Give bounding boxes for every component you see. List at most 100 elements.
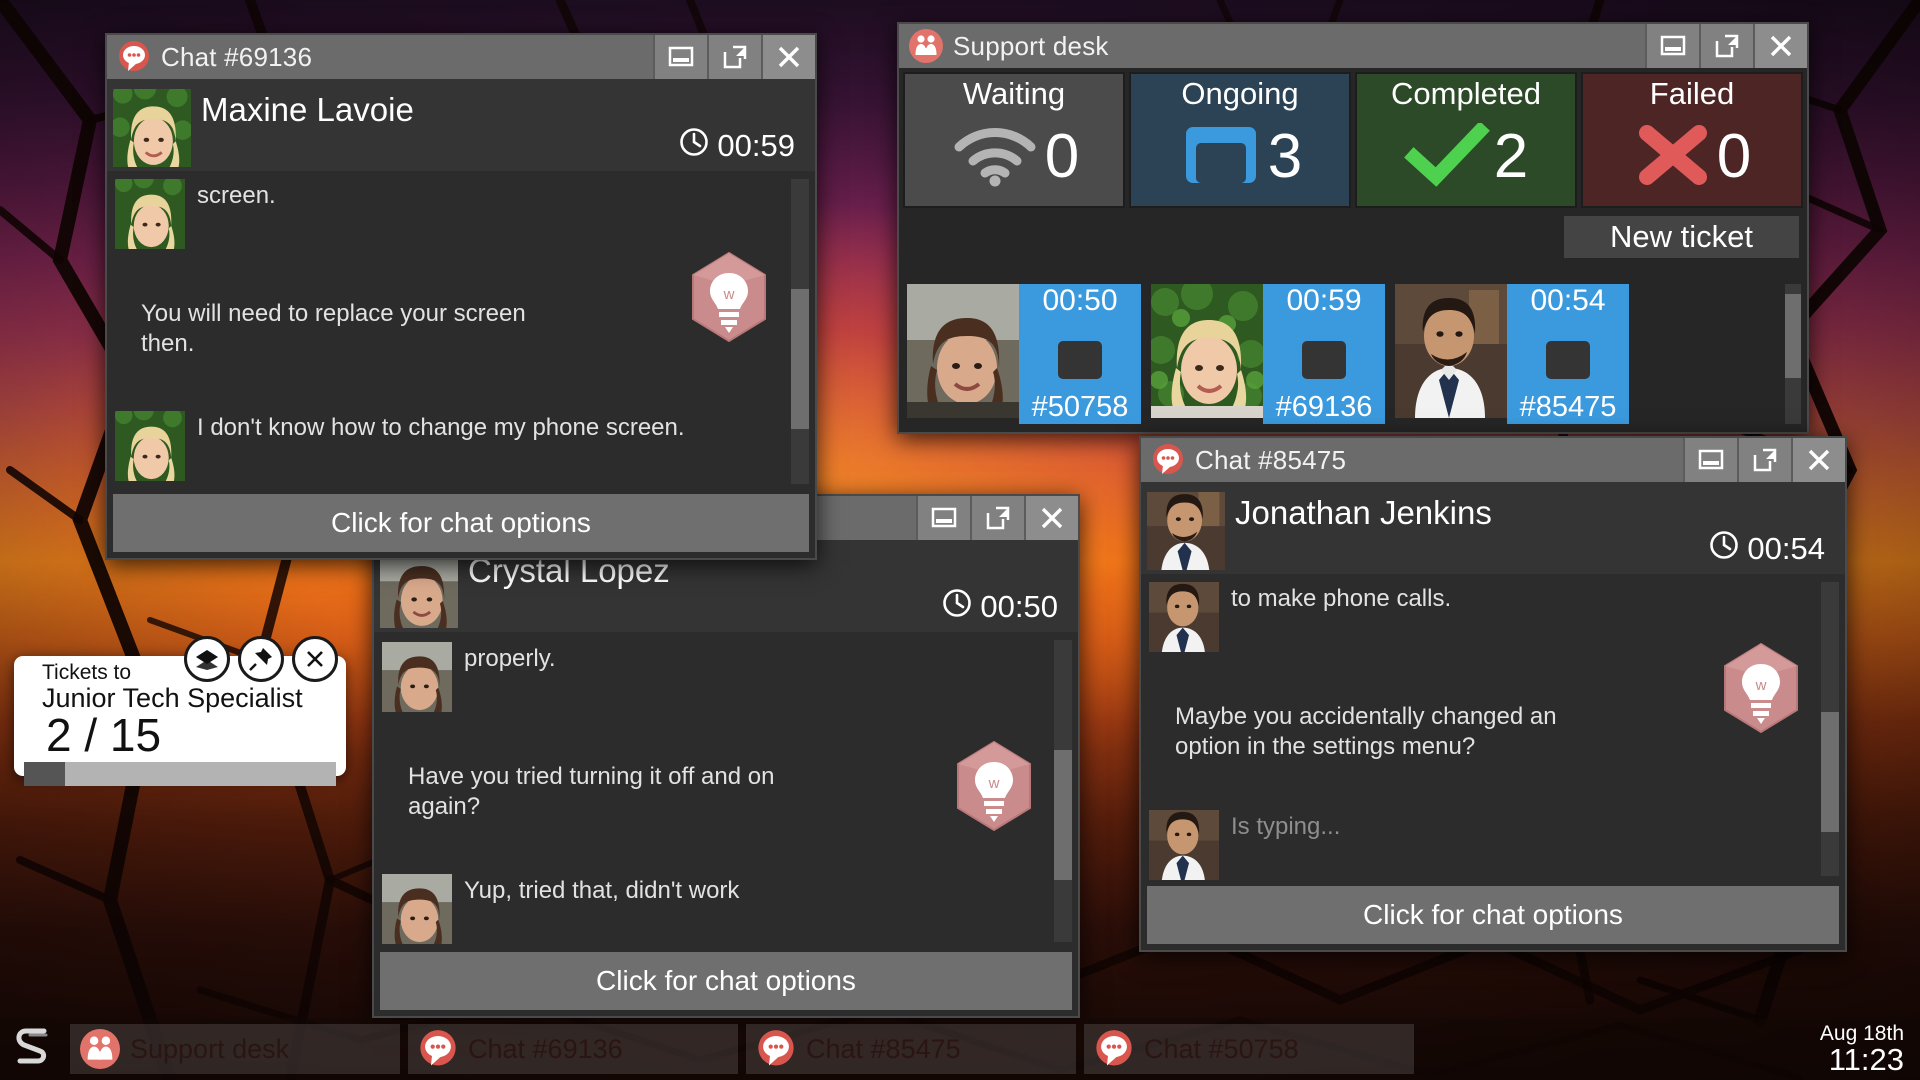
progress-bar-fill xyxy=(24,762,65,787)
chat-scrollbar-thumb[interactable] xyxy=(1054,750,1072,880)
stat-failed[interactable]: Failed 0 xyxy=(1581,72,1803,208)
chat-window-85475[interactable]: Chat #85475 Jonathan Jenkins 00:54 to ma… xyxy=(1139,436,1847,952)
chat-scrollbar-thumb[interactable] xyxy=(791,289,809,429)
stat-completed-value: 2 xyxy=(1493,122,1529,191)
chat-scrollbar[interactable] xyxy=(1054,640,1072,942)
ticket-card[interactable]: 00:59 #69136 xyxy=(1147,284,1385,424)
chat-window-50758[interactable]: Chat #50758 xyxy=(372,494,1080,1018)
tickets-scrollbar-thumb[interactable] xyxy=(1785,294,1801,378)
chat-85475-window-buttons xyxy=(1683,438,1845,482)
chat-message-text: Yup, tried that, didn't work xyxy=(464,877,740,904)
popup-count: 2 / 15 xyxy=(46,709,162,762)
ticket-portrait xyxy=(1395,284,1507,418)
chat-69136-window-buttons xyxy=(653,35,815,79)
minimize-icon[interactable] xyxy=(916,496,970,540)
chat-message-text: properly. xyxy=(464,645,556,672)
support-desk-titlebar[interactable]: Support desk xyxy=(899,24,1807,68)
svg-text:w: w xyxy=(723,286,735,303)
restore-icon[interactable] xyxy=(1699,24,1753,68)
stat-ongoing-label: Ongoing xyxy=(1181,76,1299,111)
avatar xyxy=(382,867,452,951)
clock-time: 11:23 xyxy=(1828,1042,1904,1077)
taskbar-item-chat-85475[interactable]: Chat #85475 xyxy=(746,1024,1076,1074)
chat-timer-value: 00:50 xyxy=(980,589,1058,624)
chat-options-button[interactable]: Click for chat options xyxy=(113,494,809,552)
ticket-card[interactable]: 00:50 #50758 xyxy=(907,284,1141,424)
company-logo-icon[interactable] xyxy=(6,1021,62,1077)
chat-message: Is typing... xyxy=(1141,803,1845,887)
pin-icon[interactable] xyxy=(238,636,284,682)
wifi-icon xyxy=(949,123,1041,192)
new-ticket-button[interactable]: New ticket xyxy=(1564,216,1799,258)
chat-window-icon xyxy=(1287,329,1361,381)
ticket-time: 00:59 xyxy=(1286,284,1362,317)
chat-window-icon xyxy=(1043,329,1117,381)
clock-date: Aug 18th xyxy=(1819,1022,1904,1045)
stat-waiting[interactable]: Waiting 0 xyxy=(903,72,1125,208)
taskbar-item-support-desk[interactable]: Support desk xyxy=(70,1024,400,1074)
chat-69136-title: Chat #69136 xyxy=(161,41,313,72)
avatar xyxy=(1147,484,1225,578)
stat-failed-value: 0 xyxy=(1716,122,1752,191)
chat-69136-titlebar[interactable]: Chat #69136 xyxy=(107,35,815,79)
minimize-icon[interactable] xyxy=(1683,438,1737,482)
chat-message: Yup, tried that, didn't work xyxy=(374,867,1078,951)
chat-message-text: You will need to replace your screen the… xyxy=(141,300,526,357)
restore-icon[interactable] xyxy=(1737,438,1791,482)
chat-options-button[interactable]: Click for chat options xyxy=(1147,886,1839,944)
stat-completed[interactable]: Completed 2 xyxy=(1355,72,1577,208)
tickets-strip[interactable]: 00:50 #50758 00:59 #69136 00:54 #85475 xyxy=(907,284,1781,424)
tickets-scrollbar[interactable] xyxy=(1785,284,1801,424)
close-x-icon[interactable] xyxy=(292,636,338,682)
ticket-portrait xyxy=(1147,284,1265,418)
chat-message-text: Maybe you accidentally changed an option… xyxy=(1175,703,1557,760)
chat-85475-log[interactable]: to make phone calls. Maybe you accidenta… xyxy=(1141,574,1845,910)
taskbar-item-chat-69136[interactable]: Chat #69136 xyxy=(408,1024,738,1074)
ticket-portrait xyxy=(907,284,1019,418)
chat-85475-titlebar[interactable]: Chat #85475 xyxy=(1141,438,1845,482)
stat-failed-label: Failed xyxy=(1649,76,1735,111)
chat-scrollbar-thumb[interactable] xyxy=(1821,712,1839,832)
close-icon[interactable] xyxy=(1024,496,1078,540)
customer-name: Jonathan Jenkins xyxy=(1235,494,1492,531)
chat-window-icon xyxy=(1178,123,1264,192)
chat-scrollbar[interactable] xyxy=(791,179,809,484)
lightbulb-hint-icon[interactable]: w xyxy=(1721,642,1798,734)
lightbulb-hint-icon[interactable]: w xyxy=(689,251,766,343)
close-icon[interactable] xyxy=(1791,438,1845,482)
chat-85475-header: Jonathan Jenkins 00:54 xyxy=(1141,482,1845,578)
chat-message: properly. xyxy=(374,635,1078,719)
minimize-icon[interactable] xyxy=(653,35,707,79)
stat-ongoing[interactable]: Ongoing 3 xyxy=(1129,72,1351,208)
layers-icon[interactable] xyxy=(184,636,230,682)
taskbar-item-chat-50758[interactable]: Chat #50758 xyxy=(1084,1024,1414,1074)
avatar xyxy=(1149,803,1219,887)
chat-69136-log[interactable]: screen. You will need to replace your sc… xyxy=(107,171,815,516)
promotion-progress-popup[interactable]: Tickets to Junior Tech Specialist 2 / 15 xyxy=(14,636,346,787)
chat-timer: 00:54 xyxy=(1709,530,1825,568)
progress-bar xyxy=(24,762,336,787)
ticket-card[interactable]: 00:54 #85475 xyxy=(1395,284,1629,424)
close-icon[interactable] xyxy=(1753,24,1807,68)
avatar xyxy=(1149,575,1219,659)
chat-scrollbar[interactable] xyxy=(1821,582,1839,876)
close-icon[interactable] xyxy=(761,35,815,79)
stat-completed-label: Completed xyxy=(1391,76,1541,111)
chat-window-icon xyxy=(1531,329,1605,381)
taskbar[interactable]: Support desk Chat #69136 Chat #85475 Cha… xyxy=(0,1018,1920,1080)
minimize-icon[interactable] xyxy=(1645,24,1699,68)
avatar xyxy=(115,171,185,256)
chat-options-button[interactable]: Click for chat options xyxy=(380,952,1072,1010)
restore-icon[interactable] xyxy=(707,35,761,79)
chat-bubble-icon xyxy=(1094,1029,1134,1069)
restore-icon[interactable] xyxy=(970,496,1024,540)
clock-icon xyxy=(1709,530,1739,568)
ticket-time: 00:54 xyxy=(1530,284,1606,317)
customer-name: Maxine Lavoie xyxy=(201,91,414,128)
chat-timer-value: 00:59 xyxy=(717,128,795,163)
chat-window-69136[interactable]: Chat #69136 Maxine Lavoie 00:59 screen. … xyxy=(105,33,817,560)
support-desk-window[interactable]: Support desk Waiting 0 Ongoing 3 Complet… xyxy=(897,22,1809,434)
avatar xyxy=(382,635,452,719)
lightbulb-hint-icon[interactable]: w xyxy=(954,740,1031,832)
svg-text:w: w xyxy=(1755,677,1767,694)
